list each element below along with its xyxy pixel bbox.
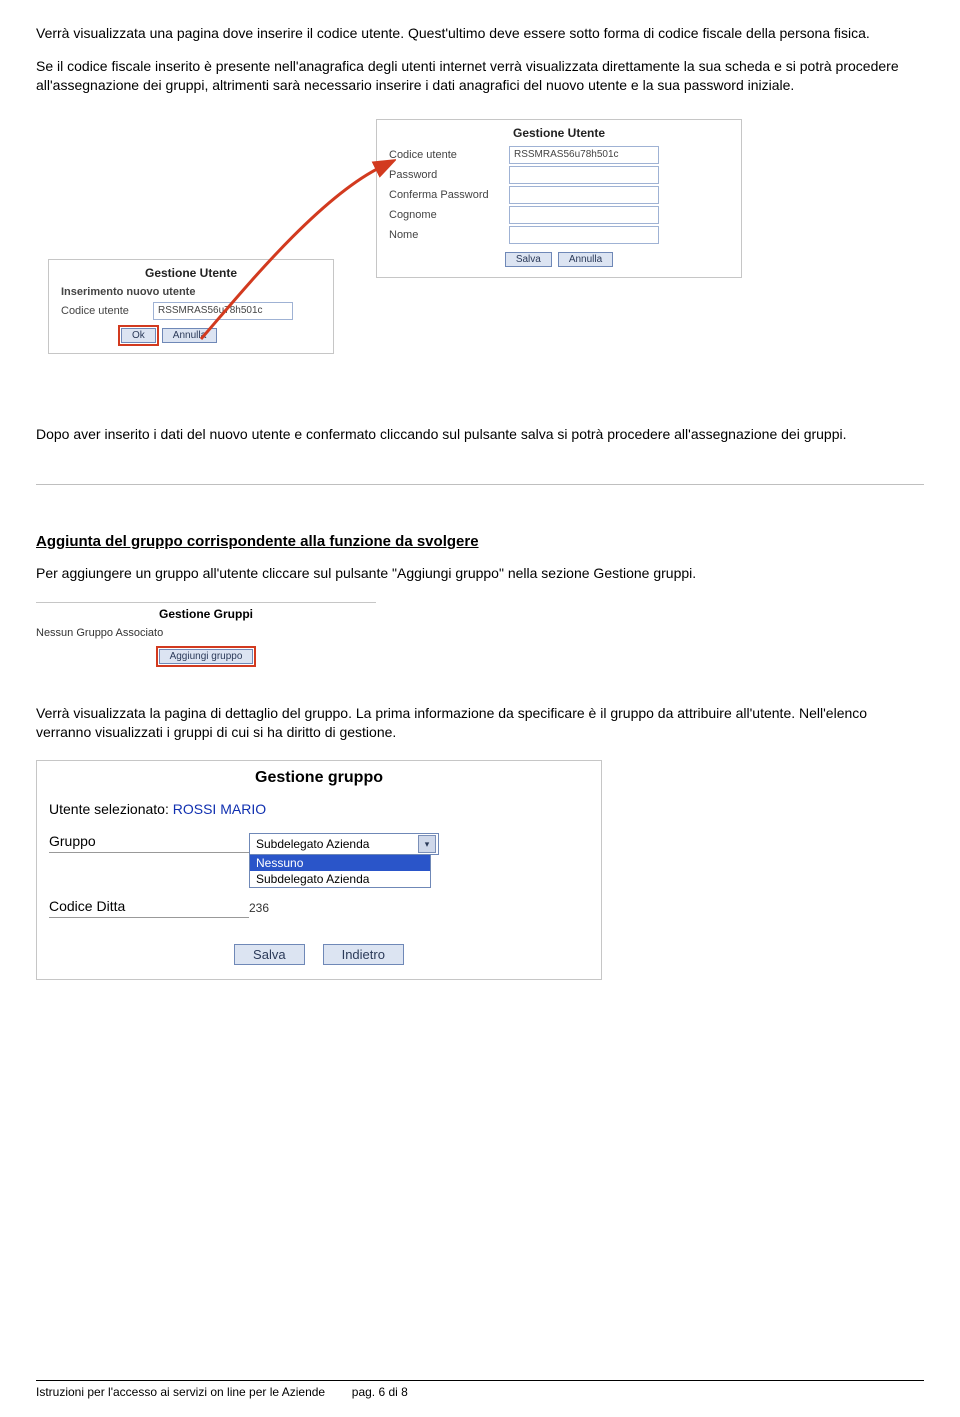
salva-gruppo-button[interactable]: Salva — [234, 944, 305, 965]
gestione-gruppo-title: Gestione gruppo — [49, 769, 589, 787]
utente-selezionato-value: ROSSI MARIO — [173, 801, 266, 817]
input-nome[interactable] — [509, 226, 659, 244]
input-conferma-password[interactable] — [509, 186, 659, 204]
figure-gestione-utente: Gestione Utente Codice utente RSSMRAS56u… — [36, 119, 924, 379]
paragraph-aggiungi-gruppo: Per aggiungere un gruppo all'utente clic… — [36, 564, 924, 583]
nessun-gruppo-label: Nessun Gruppo Associato — [36, 627, 376, 639]
label-codice-utente: Codice utente — [389, 149, 509, 161]
page-footer: Istruzioni per l'accesso ai servizi on l… — [36, 1380, 924, 1399]
codice-ditta-value: 236 — [249, 901, 269, 915]
gestione-gruppi-title: Gestione Gruppi — [36, 607, 376, 621]
input-password[interactable] — [509, 166, 659, 184]
footer-page-number: pag. 6 di 8 — [352, 1385, 408, 1399]
panel-gestione-utente-insert: Gestione Utente Inserimento nuovo utente… — [48, 259, 334, 354]
label-gruppo: Gruppo — [49, 833, 249, 853]
utente-selezionato-label: Utente selezionato: — [49, 801, 169, 817]
gruppo-option-nessuno[interactable]: Nessuno — [250, 855, 430, 871]
label-cognome: Cognome — [389, 209, 509, 221]
panel-title: Gestione Utente — [389, 126, 729, 140]
heading-aggiunta-gruppo: Aggiunta del gruppo corrispondente alla … — [36, 533, 924, 550]
label-nome: Nome — [389, 229, 509, 241]
salva-button[interactable]: Salva — [505, 252, 552, 267]
paragraph-after-fig1: Dopo aver inserito i dati del nuovo uten… — [36, 425, 924, 444]
input-cognome[interactable] — [509, 206, 659, 224]
indietro-button[interactable]: Indietro — [323, 944, 404, 965]
gruppo-option-subdelegato[interactable]: Subdelegato Azienda — [250, 871, 430, 887]
chevron-down-icon: ▾ — [418, 835, 436, 853]
panel-gestione-utente-full: Gestione Utente Codice utente RSSMRAS56u… — [376, 119, 742, 278]
figure-gestione-gruppo: Gestione gruppo Utente selezionato: ROSS… — [36, 760, 602, 980]
figure-gestione-gruppi: Gestione Gruppi Nessun Gruppo Associato … — [36, 602, 376, 664]
panel-subtitle: Inserimento nuovo utente — [61, 286, 321, 298]
ok-button[interactable]: Ok — [121, 328, 156, 343]
footer-divider — [36, 1380, 924, 1381]
footer-doc-title: Istruzioni per l'accesso ai servizi on l… — [36, 1385, 325, 1399]
annulla-button[interactable]: Annulla — [558, 252, 613, 267]
paragraph-dettaglio-gruppo: Verrà visualizzata la pagina di dettagli… — [36, 704, 924, 742]
input-codice-utente-small[interactable]: RSSMRAS56u78h501c — [153, 302, 293, 320]
paragraph-intro-2: Se il codice fiscale inserito è presente… — [36, 57, 924, 95]
panel-title-small: Gestione Utente — [61, 266, 321, 280]
paragraph-intro-1: Verrà visualizzata una pagina dove inser… — [36, 24, 924, 43]
gruppo-select[interactable]: Subdelegato Azienda ▾ — [249, 833, 439, 855]
input-codice-utente[interactable]: RSSMRAS56u78h501c — [509, 146, 659, 164]
label-password: Password — [389, 169, 509, 181]
label-codice-ditta: Codice Ditta — [49, 898, 249, 918]
section-divider — [36, 484, 924, 485]
annulla-button-small[interactable]: Annulla — [162, 328, 217, 343]
label-codice-utente-small: Codice utente — [61, 305, 153, 317]
gruppo-select-value: Subdelegato Azienda — [256, 837, 369, 851]
label-conferma-password: Conferma Password — [389, 189, 509, 201]
aggiungi-gruppo-button[interactable]: Aggiungi gruppo — [159, 649, 254, 664]
gruppo-options-list: Nessuno Subdelegato Azienda — [249, 854, 431, 888]
